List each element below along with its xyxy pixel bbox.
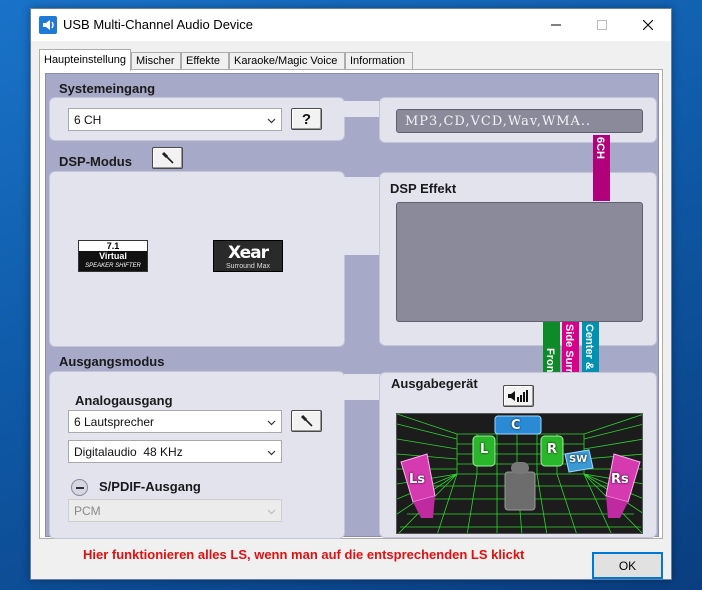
digital-audio-value: Digitalaudio 48 KHz	[74, 445, 183, 459]
close-button[interactable]	[625, 9, 671, 40]
spdif-toggle-icon[interactable]	[71, 479, 88, 496]
speaker-subwoofer[interactable]: SW	[569, 454, 587, 465]
xear-button[interactable]: Xear Surround Max	[213, 240, 283, 272]
analogausgang-label: Analogausgang	[75, 393, 173, 408]
chevron-down-icon	[267, 509, 276, 515]
dsp-effekt-label: DSP Effekt	[390, 181, 457, 196]
speaker-left-surround[interactable]: Ls	[409, 472, 425, 487]
systemeingang-label: Systemeingang	[59, 81, 156, 96]
footer-message: Hier funktionieren alles LS, wenn man au…	[83, 547, 525, 562]
connector	[344, 101, 380, 117]
spdif-format-select[interactable]: PCM	[68, 499, 282, 522]
ausgabegeraet-label: Ausgabegerät	[391, 376, 478, 391]
tab-mischer[interactable]: Mischer	[131, 52, 181, 70]
speaker-right-surround[interactable]: Rs	[611, 472, 629, 487]
speaker-stage: C L R SW Ls Rs	[396, 413, 643, 534]
analog-output-select[interactable]: 6 Lautsprecher	[68, 410, 282, 433]
title-bar[interactable]: USB Multi-Channel Audio Device	[31, 9, 671, 41]
xear-main: Xear	[227, 243, 269, 263]
dsp-modus-settings-button[interactable]	[152, 147, 183, 169]
window-title: USB Multi-Channel Audio Device	[63, 17, 254, 32]
chevron-down-icon	[267, 420, 276, 426]
system-input-select[interactable]: 6 CH	[68, 108, 282, 131]
connector	[344, 374, 380, 400]
tab-haupteinstellung[interactable]: Haupteinstellung	[39, 49, 131, 71]
virtual-71-bottom: SPEAKER SHIFTER	[79, 262, 147, 271]
tab-panel-haupteinstellung: Systemeingang 6 CH ? MP3,CD,VCD,Wav,WMA.…	[39, 69, 663, 539]
bar-6ch-label: 6CH	[594, 137, 606, 160]
virtual-71-middle: Virtual	[79, 251, 147, 262]
help-label: ?	[301, 110, 312, 128]
minimize-icon	[551, 24, 561, 25]
spdif-format-value: PCM	[74, 504, 101, 518]
xear-sub: Surround Max	[226, 263, 270, 270]
speaker-center[interactable]: C	[511, 418, 521, 433]
dialog-window: USB Multi-Channel Audio Device Haupteins…	[30, 8, 672, 580]
virtual-71-button[interactable]: 7.1 Virtual SPEAKER SHIFTER	[78, 240, 148, 272]
system-input-value: 6 CH	[74, 113, 102, 127]
chevron-down-icon	[267, 450, 276, 456]
tab-information[interactable]: Information	[345, 52, 413, 70]
tab-karaoke[interactable]: Karaoke/Magic Voice	[229, 52, 345, 70]
analog-output-settings-button[interactable]	[291, 410, 322, 432]
spdif-label: S/PDIF-Ausgang	[99, 479, 201, 494]
virtual-71-top: 7.1	[79, 241, 147, 251]
digital-audio-select[interactable]: Digitalaudio 48 KHz	[68, 440, 282, 463]
close-icon	[643, 19, 653, 30]
dsp-modus-label: DSP-Modus	[59, 154, 132, 169]
maximize-icon	[597, 19, 607, 30]
configuration-area: Systemeingang 6 CH ? MP3,CD,VCD,Wav,WMA.…	[45, 73, 659, 539]
hammer-icon	[161, 151, 174, 164]
source-formats-text: MP3,CD,VCD,Wav,WMA..	[405, 114, 592, 129]
ok-button[interactable]: OK	[592, 552, 663, 579]
chevron-down-icon	[267, 118, 276, 124]
dsp-effekt-display	[396, 202, 643, 322]
hammer-icon	[300, 414, 313, 427]
ausgangsmodus-label: Ausgangsmodus	[59, 354, 165, 369]
source-display: MP3,CD,VCD,Wav,WMA..	[396, 109, 643, 133]
speaker-left[interactable]: L	[480, 442, 488, 457]
speaker-volume-icon	[507, 390, 528, 402]
speaker-right[interactable]: R	[547, 442, 557, 457]
help-button[interactable]: ?	[291, 108, 322, 130]
bar-6ch: 6CH	[593, 135, 610, 201]
speaker-test-button[interactable]	[503, 385, 534, 407]
analog-output-value: 6 Lautsprecher	[74, 415, 155, 429]
speaker-app-icon	[39, 16, 57, 34]
minimize-button[interactable]	[533, 9, 579, 40]
tab-effekte[interactable]: Effekte	[181, 52, 229, 70]
maximize-button[interactable]	[579, 9, 625, 40]
connector	[344, 177, 380, 255]
